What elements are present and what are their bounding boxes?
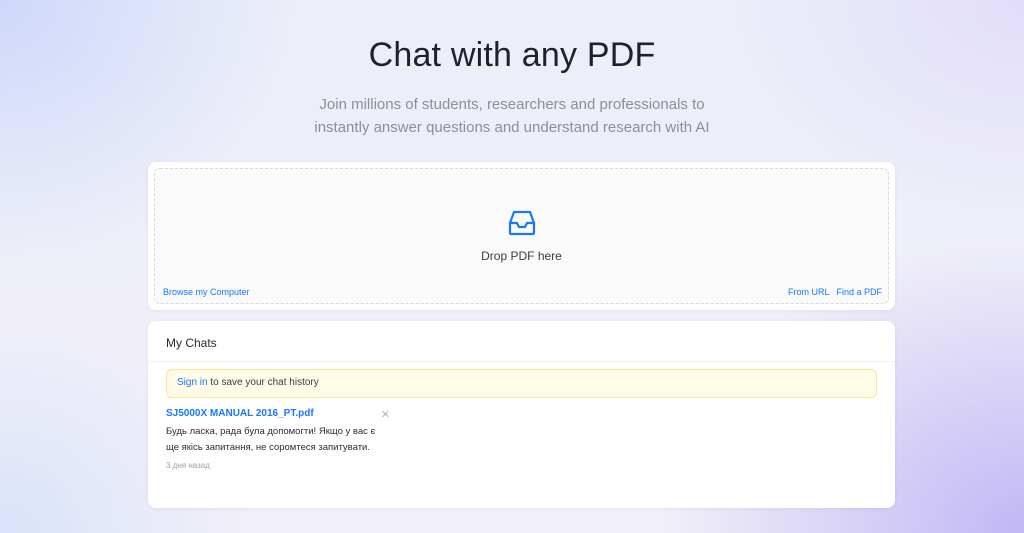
signin-link[interactable]: Sign in xyxy=(177,377,208,388)
close-icon[interactable]: ✕ xyxy=(381,408,390,421)
pdf-dropzone[interactable]: Drop PDF here Browse my Computer From UR… xyxy=(154,168,889,304)
upload-card: Drop PDF here Browse my Computer From UR… xyxy=(148,162,895,310)
upload-source-links: From URL Find a PDF xyxy=(788,287,882,297)
drop-pdf-text: Drop PDF here xyxy=(481,249,562,263)
my-chats-card: My Chats Sign in to save your chat histo… xyxy=(148,321,895,508)
inbox-icon xyxy=(508,210,535,236)
signin-notice-text: to save your chat history xyxy=(207,377,319,388)
page-title: Chat with any PDF xyxy=(368,36,656,74)
chat-last-message: Будь ласка, рада була допомогти! Якщо у … xyxy=(166,426,376,453)
signin-notice: Sign in to save your chat history xyxy=(166,369,877,398)
subtitle-line-2: instantly answer questions and understan… xyxy=(314,119,710,136)
chat-title[interactable]: SJ5000X MANUAL 2016_PT.pdf xyxy=(166,408,388,419)
chat-timestamp: 3 дня назад xyxy=(166,461,210,470)
from-url-link[interactable]: From URL xyxy=(788,287,830,297)
find-pdf-link[interactable]: Find a PDF xyxy=(836,287,882,297)
subtitle-line-1: Join millions of students, researchers a… xyxy=(319,96,705,113)
my-chats-heading: My Chats xyxy=(148,321,895,362)
browse-computer-link[interactable]: Browse my Computer xyxy=(163,287,250,297)
page-subtitle: Join millions of students, researchers a… xyxy=(0,93,1024,139)
hero: Chat with any PDF Join millions of stude… xyxy=(0,36,1024,139)
chat-list-item[interactable]: SJ5000X MANUAL 2016_PT.pdf ✕ Будь ласка,… xyxy=(166,408,390,470)
